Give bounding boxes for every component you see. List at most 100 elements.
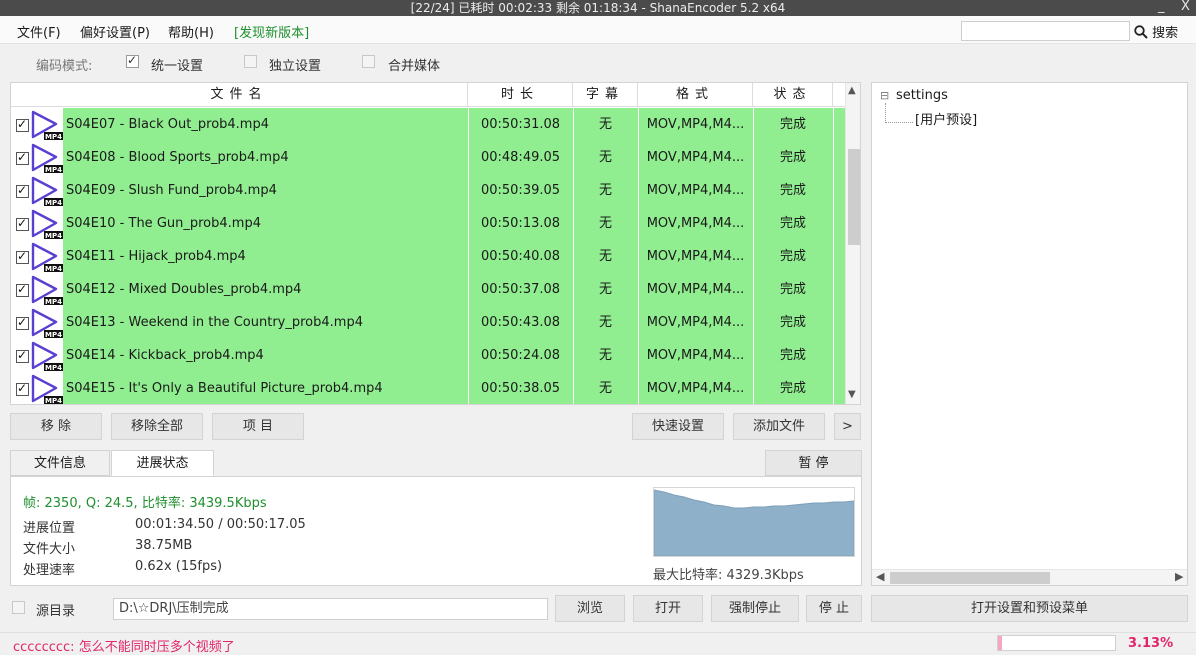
table-row[interactable]: MP4 S04E09 - Slush Fund_prob4.mp4 00:50:39… [11, 174, 845, 207]
row-checkbox[interactable] [16, 249, 29, 264]
items-button[interactable]: 项 目 [212, 413, 304, 440]
row-checkbox[interactable] [16, 150, 29, 165]
column-separator [833, 174, 834, 207]
table-row[interactable]: MP4 S04E08 - Blood Sports_prob4.mp4 00:48:… [11, 141, 845, 174]
collapse-icon[interactable]: ⊟ [880, 89, 889, 102]
file-list[interactable]: 文件名 时长 字幕 格式 状态 MP4 S04E07 - Black Out_pr… [10, 82, 861, 405]
open-settings-menu-button[interactable]: 打开设置和预设菜单 [871, 595, 1188, 622]
table-row[interactable]: MP4 S04E11 - Hijack_prob4.mp4 00:50:40.08 无… [11, 240, 845, 273]
row-checkbox[interactable] [16, 315, 29, 330]
scroll-left-icon[interactable]: ◀ [876, 570, 884, 583]
individual-settings-checkbox[interactable] [244, 55, 257, 68]
force-stop-button[interactable]: 强制停止 [711, 595, 799, 622]
file-name: S04E11 - Hijack_prob4.mp4 [66, 249, 246, 264]
tree-scrollbar-thumb[interactable] [890, 572, 1050, 584]
column-separator [833, 339, 834, 372]
file-format: MOV,MP4,M4... [646, 216, 745, 231]
table-row[interactable]: MP4 S04E14 - Kickback_prob4.mp4 00:50:24.0… [11, 339, 845, 372]
new-version-link[interactable]: [发现新版本] [234, 22, 309, 41]
file-name: S04E08 - Blood Sports_prob4.mp4 [66, 150, 289, 165]
pause-button[interactable]: 暂 停 [765, 450, 862, 476]
merge-media-checkbox[interactable] [362, 55, 375, 68]
more-button[interactable]: > [834, 413, 861, 440]
file-name: S04E14 - Kickback_prob4.mp4 [66, 348, 264, 363]
file-format: MOV,MP4,M4... [646, 249, 745, 264]
table-row[interactable]: MP4 S04E12 - Mixed Doubles_prob4.mp4 00:50… [11, 273, 845, 306]
column-header-status[interactable]: 状态 [753, 83, 833, 107]
play-icon: MP4 [31, 374, 63, 404]
file-duration: 00:50:13.08 [480, 216, 561, 231]
output-dir-field[interactable]: D:\☆DRJ\压制完成 [113, 598, 548, 620]
tab-progress[interactable]: 进展状态 [111, 450, 214, 476]
file-format: MOV,MP4,M4... [646, 117, 745, 132]
unified-settings-checkbox[interactable] [126, 53, 139, 68]
row-checkbox[interactable] [16, 216, 29, 231]
column-header-filename[interactable]: 文件名 [11, 83, 468, 107]
row-checkbox[interactable] [16, 282, 29, 297]
table-row[interactable]: MP4 S04E10 - The Gun_prob4.mp4 00:50:13.08… [11, 207, 845, 240]
row-checkbox[interactable] [16, 183, 29, 198]
menu-help[interactable]: 帮助(H) [168, 22, 214, 41]
column-header-duration[interactable]: 时长 [468, 83, 573, 107]
close-button[interactable]: X [1181, 0, 1190, 16]
file-name: S04E09 - Slush Fund_prob4.mp4 [66, 183, 277, 198]
file-subtitle: 无 [598, 216, 612, 231]
search-input[interactable] [961, 21, 1130, 41]
file-status: 完成 [779, 150, 806, 165]
tree-node-settings[interactable]: settings [896, 88, 948, 103]
overall-progress-bar [997, 635, 1116, 651]
remove-all-button[interactable]: 移除全部 [111, 413, 203, 440]
row-checkbox[interactable] [16, 117, 29, 132]
file-size-value: 38.75MB [135, 538, 193, 553]
svg-text:MP4: MP4 [45, 166, 62, 174]
add-file-button[interactable]: 添加文件 [733, 413, 825, 440]
bitrate-graph-svg [653, 489, 855, 557]
column-header-subtitle[interactable]: 字幕 [573, 83, 638, 107]
source-dir-checkbox[interactable] [12, 601, 25, 614]
table-row[interactable]: MP4 S04E07 - Black Out_prob4.mp4 00:50:31.… [11, 108, 845, 141]
tab-file-info[interactable]: 文件信息 [10, 450, 110, 476]
status-message: cccccccc: 怎么不能同时压多个视频了 [13, 640, 235, 655]
tree-horizontal-scrollbar[interactable]: ◀ ▶ [872, 569, 1187, 585]
settings-tree[interactable]: ⊟ settings [用户预设] ◀ ▶ [871, 82, 1188, 586]
file-status: 完成 [779, 216, 806, 231]
browse-button[interactable]: 浏览 [555, 595, 625, 622]
table-row[interactable]: MP4 S04E15 - It's Only a Beautiful Pictur… [11, 372, 845, 404]
file-name: S04E10 - The Gun_prob4.mp4 [66, 216, 261, 231]
stop-button[interactable]: 停 止 [806, 595, 862, 622]
speed-label: 处理速率 [23, 563, 76, 578]
file-duration: 00:50:37.08 [480, 282, 561, 297]
file-format: MOV,MP4,M4... [646, 348, 745, 363]
position-value: 00:01:34.50 / 00:50:17.05 [135, 517, 306, 532]
svg-text:MP4: MP4 [45, 232, 62, 240]
column-separator [833, 207, 834, 240]
minimize-button[interactable]: _ [1158, 0, 1165, 16]
file-subtitle: 无 [598, 282, 612, 297]
file-list-scrollbar[interactable]: ▲ ▼ [845, 83, 860, 404]
window-title: [22/24] 已耗时 00:02:33 剩余 01:18:34 - Shana… [410, 1, 786, 15]
search-icon [1134, 25, 1148, 39]
file-status: 完成 [779, 381, 806, 396]
table-row[interactable]: MP4 S04E13 - Weekend in the Country_prob4… [11, 306, 845, 339]
scroll-down-icon[interactable]: ▼ [848, 389, 856, 400]
scroll-up-icon[interactable]: ▲ [848, 85, 856, 96]
open-folder-button[interactable]: 打开 [633, 595, 703, 622]
file-subtitle: 无 [598, 381, 612, 396]
play-icon: MP4 [31, 176, 63, 207]
file-duration: 00:50:40.08 [480, 249, 561, 264]
scroll-right-icon[interactable]: ▶ [1175, 570, 1183, 583]
search-button-label: 搜索 [1152, 26, 1179, 41]
tree-node-user-presets[interactable]: [用户预设] [915, 109, 977, 128]
progress-panel: 帧: 2350, Q: 24.5, 比特率: 3439.5Kbps 进展位置 0… [10, 476, 862, 586]
row-checkbox[interactable] [16, 348, 29, 363]
menu-file[interactable]: 文件(F) [17, 22, 61, 41]
quick-settings-button[interactable]: 快速设置 [632, 413, 724, 440]
file-list-header: 文件名 时长 字幕 格式 状态 [11, 83, 845, 107]
remove-button[interactable]: 移 除 [10, 413, 102, 440]
search-button[interactable]: 搜索 [1134, 22, 1179, 41]
row-checkbox[interactable] [16, 381, 29, 396]
menu-preferences[interactable]: 偏好设置(P) [80, 22, 150, 41]
column-header-format[interactable]: 格式 [638, 83, 753, 107]
scrollbar-thumb[interactable] [848, 149, 860, 245]
column-separator [833, 306, 834, 339]
